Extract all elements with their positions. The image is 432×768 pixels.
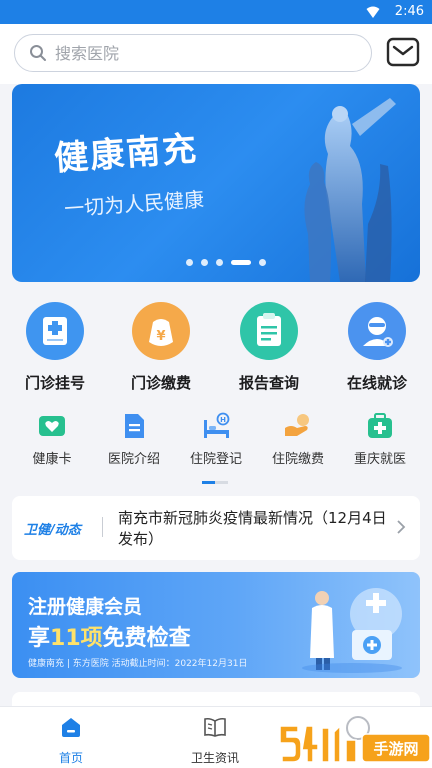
home-icon xyxy=(62,718,80,737)
payment-icon: ¥ xyxy=(132,302,190,360)
banner-title: 健康南充 xyxy=(53,129,200,179)
status-bar: 2:46 xyxy=(0,0,432,24)
service-label: 在线就诊 xyxy=(346,374,407,392)
tab-label: 首页 xyxy=(58,751,83,765)
main-services-grid: 门诊挂号 ¥ 门诊缴费 报告查询 在线就诊 xyxy=(0,296,432,396)
promo-prefix: 享 xyxy=(28,626,51,651)
svg-text:¥: ¥ xyxy=(156,329,165,344)
book-icon xyxy=(204,717,226,737)
news-headline[interactable]: 南充市新冠肺炎疫情最新情况（12月4日发布） xyxy=(118,508,388,550)
service-inpatient-payment[interactable]: 住院缴费 xyxy=(258,412,338,467)
service-label: 门诊缴费 xyxy=(130,374,191,392)
service-admission[interactable]: H 住院登记 xyxy=(176,412,256,467)
banner-subtitle: 一切为人民健康 xyxy=(63,187,205,221)
site-watermark-logo: 手游网 xyxy=(279,716,431,763)
header xyxy=(0,24,432,84)
promo-banner[interactable]: 注册健康会员 享11项免费检查 健康南充 | 东方医院 活动截止时间：2022年… xyxy=(12,572,420,678)
carousel-dot[interactable] xyxy=(259,258,266,266)
banner-carousel[interactable]: 健康南充 一切为人民健康 xyxy=(12,84,420,282)
doctor-icon xyxy=(348,302,406,360)
carousel-dot-active[interactable] xyxy=(231,259,251,265)
service-registration[interactable]: 门诊挂号 xyxy=(10,296,100,393)
service-report[interactable]: 报告查询 xyxy=(224,296,314,393)
tab-label: 卫生资讯 xyxy=(190,751,239,765)
carousel-dot[interactable] xyxy=(201,258,208,266)
service-label: 门诊挂号 xyxy=(24,374,85,392)
inpatient-payment-icon xyxy=(283,412,313,440)
hospital-info-icon xyxy=(119,412,149,440)
service-label: 住院登记 xyxy=(189,452,242,467)
wifi-icon xyxy=(366,6,380,18)
divider xyxy=(102,517,103,537)
next-card xyxy=(12,692,420,706)
registration-icon xyxy=(26,302,84,360)
page-indicator xyxy=(202,481,228,484)
statue-image xyxy=(304,98,396,282)
news-tag-left: 卫健 xyxy=(24,523,51,538)
service-chongqing[interactable]: 重庆就医 xyxy=(340,412,420,467)
carousel-dot[interactable] xyxy=(216,258,223,266)
mail-icon[interactable] xyxy=(386,36,420,68)
service-label: 重庆就医 xyxy=(353,452,406,467)
svg-text:手游网: 手游网 xyxy=(373,740,418,758)
doctor-illustration xyxy=(302,588,402,673)
report-icon xyxy=(240,302,298,360)
status-time: 2:46 xyxy=(394,4,424,19)
service-hospital-info[interactable]: 医院介绍 xyxy=(94,412,174,467)
service-health-card[interactable]: 健康卡 xyxy=(12,412,92,467)
chevron-right-icon[interactable] xyxy=(396,520,406,534)
service-payment[interactable]: ¥ 门诊缴费 xyxy=(116,296,206,393)
search-icon xyxy=(30,45,46,61)
service-label: 报告查询 xyxy=(238,374,299,392)
search-box[interactable] xyxy=(14,34,372,72)
service-label: 住院缴费 xyxy=(271,452,324,467)
promo-highlight: 11项 xyxy=(50,626,103,651)
service-label: 健康卡 xyxy=(32,452,72,467)
bed-icon: H xyxy=(201,412,231,440)
sub-services-row: 健康卡 医院介绍 H 住院登记 住院缴费 重庆就医 xyxy=(0,412,432,472)
service-online-consult[interactable]: 在线就诊 xyxy=(332,296,422,393)
carousel-dot[interactable] xyxy=(186,258,193,266)
health-card-icon xyxy=(37,412,67,440)
promo-line-2: 享11项免费检查 xyxy=(28,620,191,652)
news-tag: 卫健/动态 xyxy=(24,523,81,538)
tab-health-news[interactable]: 卫生资讯 xyxy=(170,715,260,766)
medical-kit-icon xyxy=(365,412,395,440)
promo-line-1: 注册健康会员 xyxy=(28,596,143,618)
promo-suffix: 免费检查 xyxy=(102,626,191,651)
news-tag-right: 动态 xyxy=(54,523,81,538)
search-input[interactable] xyxy=(55,43,355,63)
tab-home[interactable]: 首页 xyxy=(26,715,116,766)
carousel-dots xyxy=(186,258,266,266)
service-label: 医院介绍 xyxy=(107,452,160,467)
promo-footnote: 健康南充 | 东方医院 活动截止时间：2022年12月31日 xyxy=(28,659,248,669)
news-ticker[interactable]: 卫健/动态 南充市新冠肺炎疫情最新情况（12月4日发布） xyxy=(12,496,420,560)
svg-text:H: H xyxy=(220,416,226,424)
